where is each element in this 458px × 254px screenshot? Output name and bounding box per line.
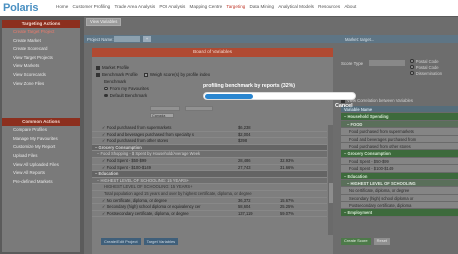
cancel-button[interactable]: Cancel xyxy=(335,103,353,109)
progress-bar xyxy=(203,92,356,100)
progress-fill xyxy=(205,94,254,99)
progress-title: profiling benchmark by reports (32%) xyxy=(203,83,295,89)
modal-overlay xyxy=(0,0,458,254)
